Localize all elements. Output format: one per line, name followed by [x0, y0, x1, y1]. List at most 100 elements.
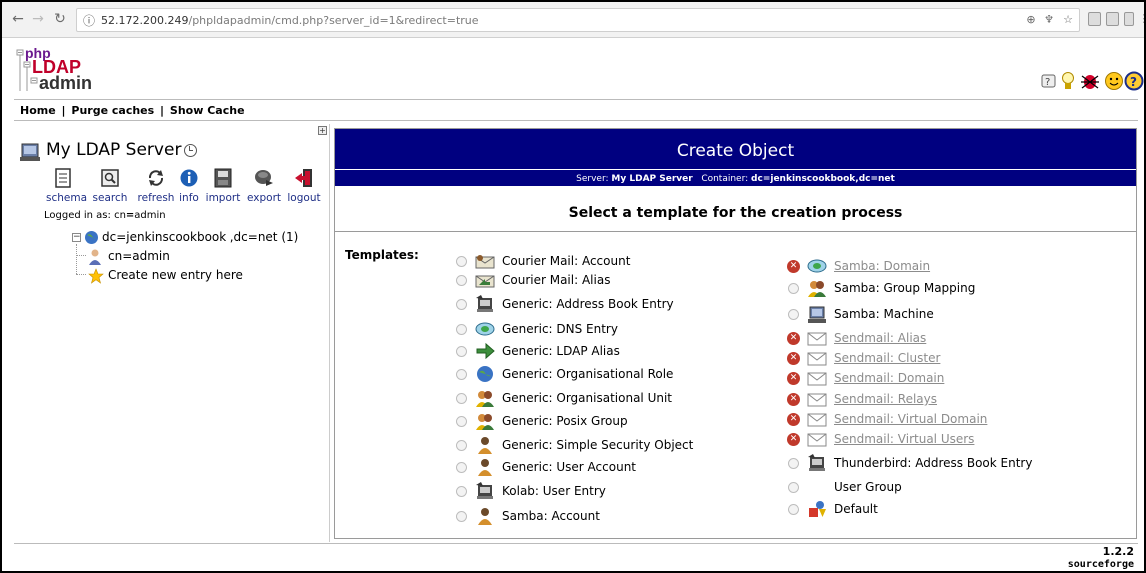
svg-text:admin: admin — [39, 73, 92, 93]
templates-label: Templates: — [345, 248, 419, 262]
template-label[interactable]: Samba: Group Mapping — [834, 281, 975, 295]
menu-dots-icon[interactable]: ⋮ — [1138, 13, 1145, 25]
tree-root-label[interactable]: dc=jenkinscookbook ,dc=net (1) — [102, 230, 298, 244]
template-label[interactable]: Generic: LDAP Alias — [502, 344, 620, 358]
help-question-icon[interactable]: ? — [1040, 71, 1058, 91]
template-label[interactable]: Generic: Address Book Entry — [502, 297, 674, 311]
template-radio[interactable] — [456, 511, 467, 522]
show-cache-link[interactable]: Show Cache — [170, 104, 245, 117]
template-radio[interactable] — [456, 369, 467, 380]
template-radio[interactable] — [788, 458, 799, 469]
extension-icon[interactable] — [1088, 12, 1101, 26]
template-label[interactable]: User Group — [834, 480, 902, 494]
template-radio[interactable] — [456, 486, 467, 497]
key-icon[interactable]: ♆ — [1043, 14, 1055, 26]
lightbulb-icon[interactable] — [1059, 71, 1077, 91]
template-radio[interactable] — [456, 393, 467, 404]
globe-icon — [477, 366, 493, 382]
envelope-icon — [807, 433, 827, 447]
template-label[interactable]: Kolab: User Entry — [502, 484, 606, 498]
server-name[interactable]: My LDAP Server — [46, 140, 181, 160]
template-radio[interactable] — [456, 256, 467, 267]
search-tool[interactable]: search — [92, 168, 128, 204]
template-label[interactable]: Generic: Organisational Role — [502, 367, 673, 381]
collapse-icon[interactable]: − — [72, 233, 81, 242]
browser-toolbar: ← → ↻ ⓘ 52.172.200.249/phpldapadmin/cmd.… — [2, 2, 1144, 38]
forward-icon[interactable]: → — [30, 11, 46, 27]
template-label[interactable]: Generic: Organisational Unit — [502, 391, 672, 405]
template-label: Sendmail: Cluster — [834, 351, 941, 365]
schema-tool[interactable]: schema — [46, 168, 87, 204]
info-tool[interactable]: info — [178, 168, 200, 204]
purge-caches-link[interactable]: Purge caches — [71, 104, 154, 117]
info-icon[interactable]: ⓘ — [83, 12, 95, 29]
unavailable-icon: ✕ — [787, 332, 800, 345]
screen: ← → ↻ ⓘ 52.172.200.249/phpldapadmin/cmd.… — [0, 0, 1146, 573]
logout-tool[interactable]: logout — [286, 168, 322, 204]
bug-icon[interactable] — [1079, 71, 1101, 91]
template-label[interactable]: Generic: Posix Group — [502, 414, 628, 428]
template-label: Sendmail: Relays — [834, 392, 938, 406]
template-heading: Select a template for the creation proce… — [568, 205, 903, 221]
template-radio[interactable] — [456, 346, 467, 357]
address-bar[interactable]: ⓘ 52.172.200.249/phpldapadmin/cmd.php?se… — [76, 8, 1080, 32]
envelope-icon — [807, 372, 827, 386]
clock-icon[interactable] — [184, 144, 197, 157]
zoom-icon[interactable]: ⊕ — [1025, 14, 1037, 26]
phpldapadmin-logo[interactable]: php LDAP admin — [16, 46, 136, 96]
group-icon — [808, 281, 826, 297]
star-icon — [88, 268, 104, 284]
template-label: Sendmail: Virtual Users — [834, 432, 975, 446]
template-label: Sendmail: Virtual Domain — [834, 412, 988, 426]
template-radio[interactable] — [788, 309, 799, 320]
expand-panel-icon[interactable]: + — [318, 126, 327, 135]
info-icon — [180, 169, 198, 187]
smiley-icon[interactable] — [1104, 71, 1124, 91]
template-label[interactable]: Thunderbird: Address Book Entry — [834, 456, 1032, 470]
template-radio[interactable] — [456, 324, 467, 335]
envelope-icon — [807, 413, 827, 427]
export-icon — [255, 170, 273, 186]
export-tool[interactable]: export — [246, 168, 282, 204]
template-label[interactable]: Generic: Simple Security Object — [502, 438, 693, 452]
help-icon[interactable]: ? — [1124, 71, 1144, 91]
title-bar: Create Object Server: My LDAP Server Con… — [335, 129, 1136, 186]
dns-icon — [807, 259, 827, 273]
unavailable-icon: ✕ — [787, 433, 800, 446]
template-label[interactable]: Generic: User Account — [502, 460, 636, 474]
import-tool[interactable]: import — [204, 168, 242, 204]
sourceforge-logo[interactable]: sourceforge — [1068, 559, 1134, 570]
template-label[interactable]: Default — [834, 502, 878, 516]
home-link[interactable]: Home — [20, 104, 56, 117]
template-label: Sendmail: Domain — [834, 371, 945, 385]
template-radio[interactable] — [456, 462, 467, 473]
svg-text:?: ? — [1045, 77, 1050, 88]
template-radio[interactable] — [456, 440, 467, 451]
template-label[interactable]: Courier Mail: Alias — [502, 273, 610, 287]
template-label: Sendmail: Alias — [834, 331, 927, 345]
user-icon — [478, 508, 492, 525]
refresh-tool[interactable]: refresh — [136, 168, 176, 204]
url-text: 52.172.200.249/phpldapadmin/cmd.php?serv… — [101, 14, 479, 27]
template-radio[interactable] — [456, 275, 467, 286]
tree-connector — [76, 244, 77, 274]
bookmark-star-icon[interactable]: ☆ — [1062, 14, 1074, 26]
template-radio[interactable] — [456, 299, 467, 310]
server-icon — [20, 143, 40, 161]
template-label[interactable]: Samba: Account — [502, 509, 600, 523]
template-label[interactable]: Courier Mail: Account — [502, 254, 630, 268]
server-container-info: Server: My LDAP Server Container: dc=jen… — [335, 169, 1136, 186]
template-label[interactable]: Samba: Machine — [834, 307, 934, 321]
version-label: 1.2.2 — [1102, 545, 1134, 558]
template-radio[interactable] — [456, 416, 467, 427]
tree-connector — [76, 274, 86, 275]
tree-connector — [76, 255, 86, 256]
reload-icon[interactable]: ↻ — [52, 11, 68, 27]
extension-icon[interactable] — [1106, 12, 1119, 26]
template-radio[interactable] — [788, 283, 799, 294]
back-icon[interactable]: ← — [10, 11, 26, 27]
extension-icon[interactable] — [1124, 12, 1134, 26]
template-radio[interactable] — [788, 504, 799, 515]
template-label[interactable]: Generic: DNS Entry — [502, 322, 618, 336]
template-radio[interactable] — [788, 482, 799, 493]
